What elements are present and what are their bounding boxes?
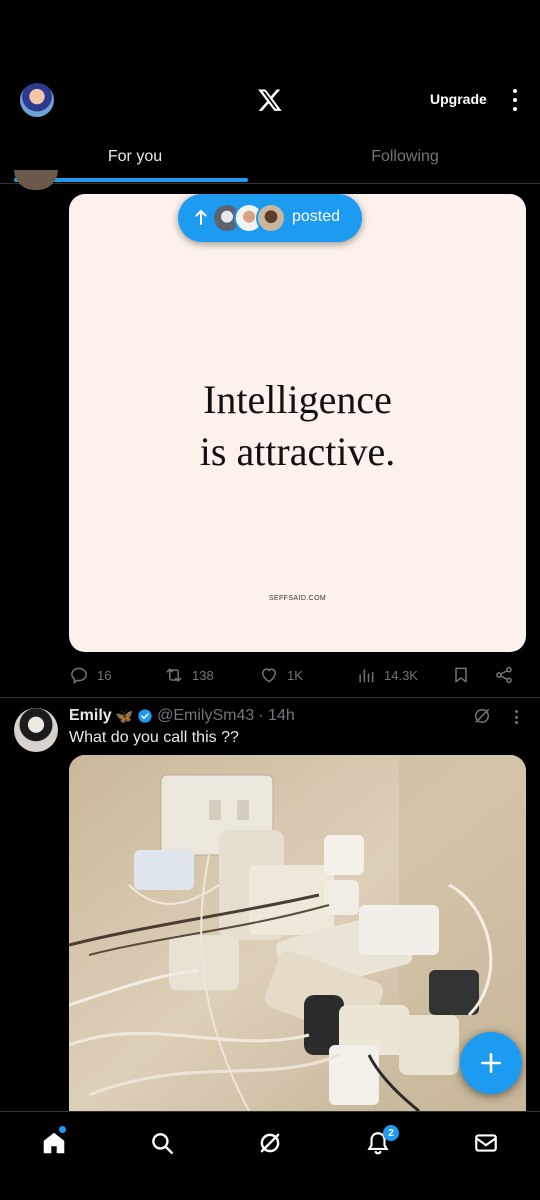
compose-button[interactable] bbox=[460, 1032, 522, 1094]
upgrade-button[interactable]: Upgrade bbox=[430, 91, 487, 107]
new-posts-pill[interactable]: posted bbox=[178, 194, 362, 242]
posted-label: posted bbox=[292, 208, 341, 225]
status-bar bbox=[0, 0, 540, 70]
repost-icon bbox=[166, 668, 182, 682]
plus-icon bbox=[481, 1053, 501, 1073]
feed-tabs: For you Following bbox=[0, 130, 540, 184]
avatar[interactable] bbox=[14, 708, 58, 752]
view-count: 14.3K bbox=[384, 667, 418, 683]
butterfly-emoji: 🦋 bbox=[115, 707, 134, 724]
image-source-text: SEFFSAID.COM bbox=[268, 595, 327, 602]
reply-button[interactable]: 16 bbox=[69, 660, 111, 690]
previous-post-avatar[interactable] bbox=[14, 170, 58, 190]
post-actions: 16 138 1K 14.3K bbox=[69, 660, 526, 690]
system-navigation-bar bbox=[0, 1173, 540, 1200]
post-text: What do you call this ?? bbox=[69, 729, 239, 746]
quote-text: Intelligence is attractive. bbox=[69, 374, 526, 478]
views-button[interactable]: 14.3K bbox=[356, 660, 418, 690]
author-name[interactable]: Emily bbox=[69, 707, 112, 725]
mail-icon[interactable] bbox=[473, 1130, 499, 1156]
post-header: Emily 🦋 @EmilySm43 · 14h bbox=[69, 706, 295, 726]
home-unread-dot bbox=[59, 1126, 66, 1133]
grok-icon[interactable] bbox=[472, 706, 492, 726]
like-count: 1K bbox=[287, 667, 303, 683]
arrow-up-icon bbox=[195, 210, 207, 225]
post-photo[interactable] bbox=[69, 755, 526, 1111]
tab-following[interactable]: Following bbox=[270, 130, 540, 184]
author-handle[interactable]: @EmilySm43 bbox=[157, 707, 254, 725]
power-strips-photo bbox=[69, 755, 526, 1111]
notifications-badge: 2 bbox=[383, 1125, 399, 1141]
repost-button[interactable]: 138 bbox=[164, 660, 214, 690]
share-button[interactable] bbox=[494, 660, 514, 690]
like-button[interactable]: 1K bbox=[259, 660, 303, 690]
x-logo-icon[interactable] bbox=[257, 87, 283, 113]
reply-icon bbox=[71, 667, 87, 685]
heart-icon bbox=[261, 668, 277, 683]
search-icon[interactable] bbox=[149, 1130, 175, 1156]
avatar bbox=[256, 203, 286, 233]
repost-count: 138 bbox=[192, 667, 214, 683]
views-icon bbox=[359, 669, 374, 683]
share-icon bbox=[496, 666, 512, 684]
quote-line: is attractive. bbox=[199, 429, 396, 474]
quote-line: Intelligence bbox=[203, 377, 392, 422]
bookmark-button[interactable] bbox=[451, 660, 471, 690]
home-icon[interactable] bbox=[41, 1130, 67, 1156]
post-more-icon[interactable] bbox=[515, 710, 519, 724]
bookmark-icon bbox=[455, 667, 467, 683]
verified-badge-icon bbox=[138, 709, 152, 723]
post-image[interactable]: Intelligence is attractive. SEFFSAID.COM bbox=[69, 194, 526, 652]
profile-avatar[interactable] bbox=[20, 83, 54, 117]
more-options-icon[interactable] bbox=[506, 86, 524, 114]
bottom-navigation: 2 bbox=[0, 1111, 540, 1173]
top-bar: Upgrade bbox=[0, 70, 540, 130]
post-divider bbox=[0, 697, 540, 698]
reply-count: 16 bbox=[97, 667, 112, 683]
grok-icon[interactable] bbox=[257, 1130, 283, 1156]
post-time: · 14h bbox=[258, 707, 295, 724]
